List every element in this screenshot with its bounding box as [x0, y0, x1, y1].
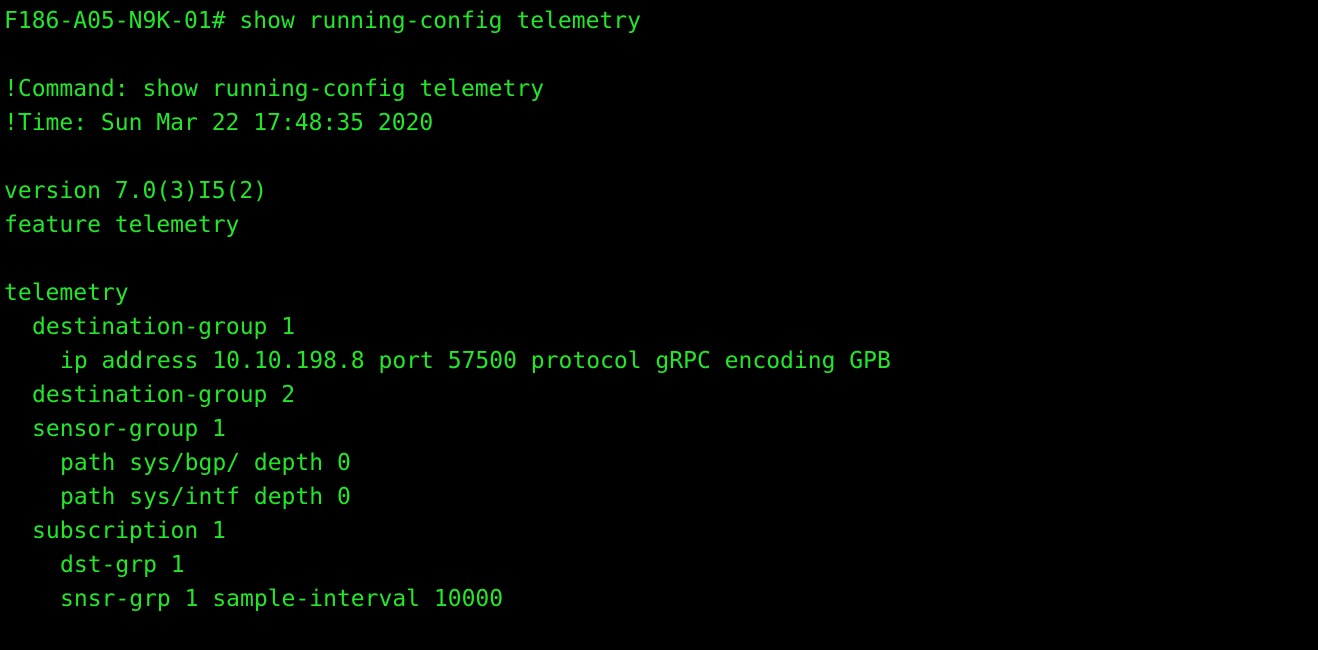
telemetry-line: telemetry — [4, 280, 129, 306]
dst-grp-line: dst-grp 1 — [60, 552, 185, 578]
command-text: show running-config telemetry — [225, 8, 641, 34]
version-line: version 7.0(3)I5(2) — [4, 178, 268, 204]
feature-line: feature telemetry — [4, 212, 240, 238]
destination-group-2-line: destination-group 2 — [32, 382, 296, 408]
command-line: F186-A05-N9K-01# show running-config tel… — [4, 4, 1318, 38]
path-intf-line: path sys/intf depth 0 — [60, 484, 351, 510]
prompt: F186-A05-N9K-01# — [4, 8, 226, 34]
destination-ip-line: ip address 10.10.198.8 port 57500 protoc… — [60, 348, 891, 374]
snsr-grp-line: snsr-grp 1 sample-interval 10000 — [60, 586, 504, 612]
destination-group-1-line: destination-group 1 — [32, 314, 296, 340]
terminal-window[interactable]: F186-A05-N9K-01# show running-config tel… — [0, 0, 1318, 650]
sensor-group-1-line: sensor-group 1 — [32, 416, 226, 442]
path-bgp-line: path sys/bgp/ depth 0 — [60, 450, 351, 476]
comment-time-line: !Time: Sun Mar 22 17:48:35 2020 — [4, 110, 434, 136]
subscription-1-line: subscription 1 — [32, 518, 226, 544]
comment-command-line: !Command: show running-config telemetry — [4, 76, 545, 102]
